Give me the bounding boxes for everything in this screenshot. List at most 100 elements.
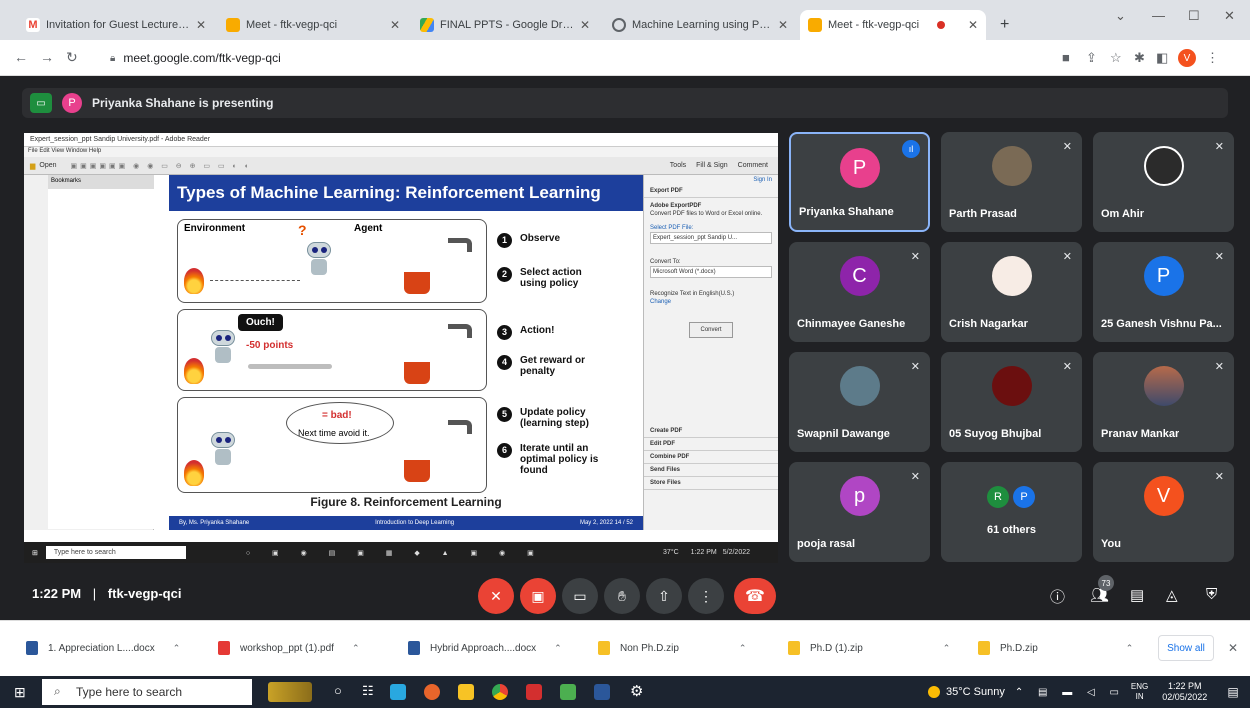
close-icon[interactable]: ✕ (1228, 641, 1238, 655)
mic-off-icon: ✕ (910, 251, 920, 263)
presenting-text: Priyanka Shahane is presenting (92, 96, 274, 110)
download-item[interactable]: 1. Appreciation L....docx ⌃ (26, 641, 180, 655)
chevron-up-icon[interactable]: ⌃ (1126, 643, 1134, 654)
download-item[interactable]: workshop_ppt (1).pdf ⌃ (218, 641, 360, 655)
chat-icon[interactable]: ▤ (1130, 586, 1144, 604)
browser-tab-meet-active[interactable]: Meet - ftk-vegp-qci ✕ (800, 10, 986, 40)
participant-tile[interactable]: ✕ 05 Suyog Bhujbal (941, 352, 1082, 452)
sidepanel-icon[interactable]: ◧ (1156, 50, 1168, 66)
presenter-avatar: P (62, 93, 82, 113)
download-item[interactable]: Non Ph.D.zip ⌃ (598, 641, 746, 655)
close-icon[interactable]: ✕ (384, 18, 400, 32)
participant-tile[interactable]: P ıl Priyanka Shahane (789, 132, 930, 232)
new-tab-button[interactable]: + (992, 10, 1022, 40)
present-button[interactable]: ⇧ (646, 578, 682, 614)
captions-button[interactable]: ▭ (562, 578, 598, 614)
show-all-button[interactable]: Show all (1158, 635, 1214, 661)
participant-tile[interactable]: ✕ Parth Prasad (941, 132, 1082, 232)
task-view-icon[interactable]: ○ (334, 683, 342, 698)
raise-hand-button[interactable]: ✋︎ (604, 578, 640, 614)
app-icon[interactable] (560, 684, 576, 700)
notification-icon[interactable]: ▤ (1227, 685, 1238, 699)
back-icon[interactable]: ← (14, 49, 28, 65)
camera-icon[interactable]: ■ (1062, 50, 1070, 65)
participant-tile[interactable]: P ✕ 25 Ganesh Vishnu Pa... (1093, 242, 1234, 342)
clock[interactable]: 1:22 PM 02/05/2022 (1162, 681, 1207, 703)
news-widget-icon[interactable] (268, 682, 312, 702)
close-icon[interactable]: ✕ (962, 18, 978, 32)
arrow-line (210, 280, 300, 281)
zip-file-icon (788, 641, 800, 655)
mic-off-icon: ✕ (1214, 361, 1224, 373)
meet-icon (808, 18, 822, 32)
browser-tab-drive[interactable]: FINAL PPTS - Google Drive ✕ (412, 10, 598, 40)
chevron-up-icon[interactable]: ⌃ (943, 643, 951, 654)
comment-tab: Comment (737, 162, 768, 169)
present-screen-icon[interactable]: ▭ (30, 93, 52, 113)
browser-tab-meet-1[interactable]: Meet - ftk-vegp-qci ✕ (218, 10, 408, 40)
chevron-up-icon[interactable]: ⌃ (739, 643, 747, 654)
widgets-icon[interactable]: ☷ (362, 683, 374, 699)
weather-text[interactable]: 35°C Sunny (946, 686, 1005, 698)
reload-icon[interactable]: ↻ (66, 49, 78, 66)
chevron-up-icon[interactable]: ⌃ (173, 643, 181, 654)
gmail-icon: M (26, 18, 40, 32)
powerbi-icon[interactable] (458, 684, 474, 700)
activities-icon[interactable]: ◬ (1166, 586, 1178, 604)
participant-tile[interactable]: ✕ Pranav Mankar (1093, 352, 1234, 452)
menu-icon[interactable]: ⋮ (1206, 50, 1219, 66)
participant-name: Priyanka Shahane (799, 206, 894, 218)
firefox-icon[interactable] (424, 684, 440, 700)
close-icon[interactable]: ✕ (772, 18, 788, 32)
taskbar-search[interactable]: ⌕ Type here to search (42, 679, 252, 705)
close-window-button[interactable]: ✕ (1224, 8, 1235, 24)
extensions-icon[interactable]: ✱ (1134, 50, 1145, 66)
forward-icon[interactable]: → (40, 49, 54, 65)
profile-avatar[interactable]: V (1178, 49, 1196, 67)
file-explorer-icon[interactable] (390, 684, 406, 700)
star-icon[interactable]: ☆ (1110, 50, 1122, 66)
participant-tile[interactable]: ✕ Crish Nagarkar (941, 242, 1082, 342)
others-tile[interactable]: R P 61 others (941, 462, 1082, 562)
close-icon[interactable]: ✕ (574, 18, 590, 32)
avatar: P (1143, 256, 1184, 296)
mic-off-button[interactable]: ✕ (478, 578, 514, 614)
settings-icon[interactable]: ⚙ (630, 682, 643, 700)
step-action: 3 Action! (497, 325, 554, 340)
chevron-up-icon[interactable]: ⌃ (352, 643, 360, 654)
acrobat-icon[interactable] (526, 684, 542, 700)
meet-main: ▭ P Priyanka Shahane is presenting Exper… (0, 76, 1250, 620)
participant-tile[interactable]: C ✕ Chinmayee Ganeshe (789, 242, 930, 342)
tap-icon (448, 238, 472, 252)
minimize-button[interactable]: — (1152, 8, 1165, 23)
drive-icon (420, 18, 434, 32)
host-controls-icon[interactable]: ⛨ (1206, 586, 1217, 603)
export-sections: Create PDF Edit PDF Combine PDF Send Fil… (644, 425, 778, 490)
end-call-button[interactable]: ☎︎ (734, 578, 776, 614)
participant-name: Parth Prasad (949, 208, 1017, 220)
info-icon[interactable]: ⓘ (1050, 586, 1065, 607)
language-indicator[interactable]: ENG IN (1131, 682, 1148, 702)
participant-tile[interactable]: ✕ Swapnil Dawange (789, 352, 930, 452)
browser-tab-invitation[interactable]: M Invitation for Guest Lecture on D ✕ (18, 10, 214, 40)
tab-search-icon[interactable]: ⌄ (1115, 8, 1126, 24)
download-item[interactable]: Ph.D (1).zip ⌃ (788, 641, 950, 655)
maximize-button[interactable]: ☐ (1188, 8, 1200, 24)
windows-start-icon[interactable]: ⊞ (14, 684, 26, 701)
close-icon[interactable]: ✕ (190, 18, 206, 32)
chevron-up-icon[interactable]: ⌃ (554, 643, 562, 654)
share-icon[interactable]: ⇪ (1086, 50, 1097, 66)
chrome-icon[interactable] (492, 684, 508, 700)
browser-tab-ml-python[interactable]: Machine Learning using Python ✕ (604, 10, 796, 40)
camera-off-button[interactable]: ▣ (520, 578, 556, 614)
participant-tile[interactable]: p ✕ pooja rasal (789, 462, 930, 562)
mic-off-icon: ✕ (1062, 361, 1072, 373)
participant-tile[interactable]: ✕ Om Ahir (1093, 132, 1234, 232)
word-icon[interactable] (594, 684, 610, 700)
download-item[interactable]: Ph.D.zip ⌃ (978, 641, 1133, 655)
more-options-button[interactable]: ⋮ (688, 578, 724, 614)
url-field[interactable]: 🔒︎ meet.google.com/ftk-vegp-qci (100, 46, 1040, 70)
self-tile[interactable]: V ✕ You (1093, 462, 1234, 562)
download-item[interactable]: Hybrid Approach....docx ⌃ (408, 641, 562, 655)
mic-off-icon: ✕ (1214, 141, 1224, 153)
